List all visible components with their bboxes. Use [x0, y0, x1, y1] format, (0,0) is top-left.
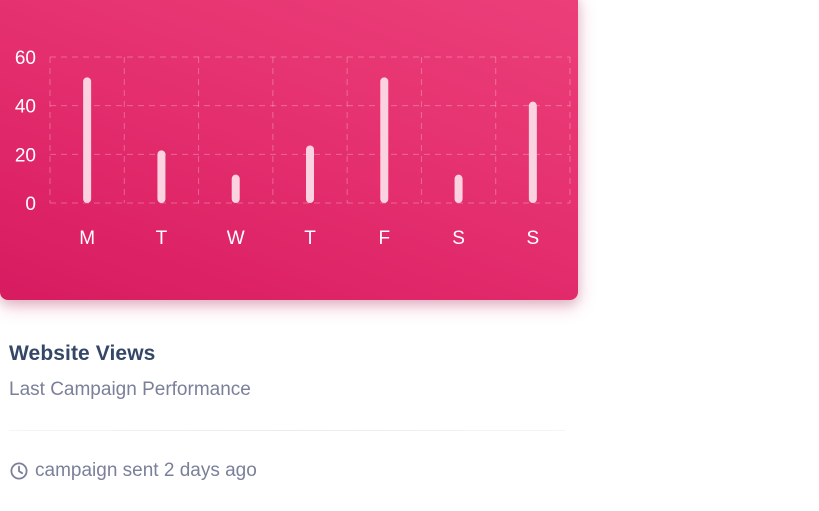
y-tick-label: 0	[25, 194, 36, 215]
website-views-card: 0 20 40 60 M T W T F S S Website Views Last Campai…	[0, 0, 580, 511]
x-tick-label: M	[79, 228, 95, 249]
x-tick-label: T	[156, 228, 168, 249]
divider	[9, 430, 565, 431]
footer-text: campaign sent 2 days ago	[35, 460, 257, 481]
y-tick-label: 40	[15, 97, 36, 118]
card-footer: campaign sent 2 days ago	[9, 460, 257, 482]
card-subtitle: Last Campaign Performance	[9, 379, 251, 400]
x-tick-label: S	[452, 228, 465, 249]
y-tick-label: 60	[15, 48, 36, 69]
x-tick-label: T	[304, 228, 316, 249]
clock-icon	[9, 461, 29, 481]
x-tick-label: F	[378, 228, 390, 249]
x-tick-label: S	[527, 228, 540, 249]
y-tick-label: 20	[15, 145, 36, 166]
bar-chart: 0 20 40 60 M T W T F S S	[15, 48, 571, 249]
card-title: Website Views	[9, 342, 156, 365]
x-tick-label: W	[227, 228, 245, 249]
chart-header: 0 20 40 60 M T W T F S S	[0, 0, 578, 300]
